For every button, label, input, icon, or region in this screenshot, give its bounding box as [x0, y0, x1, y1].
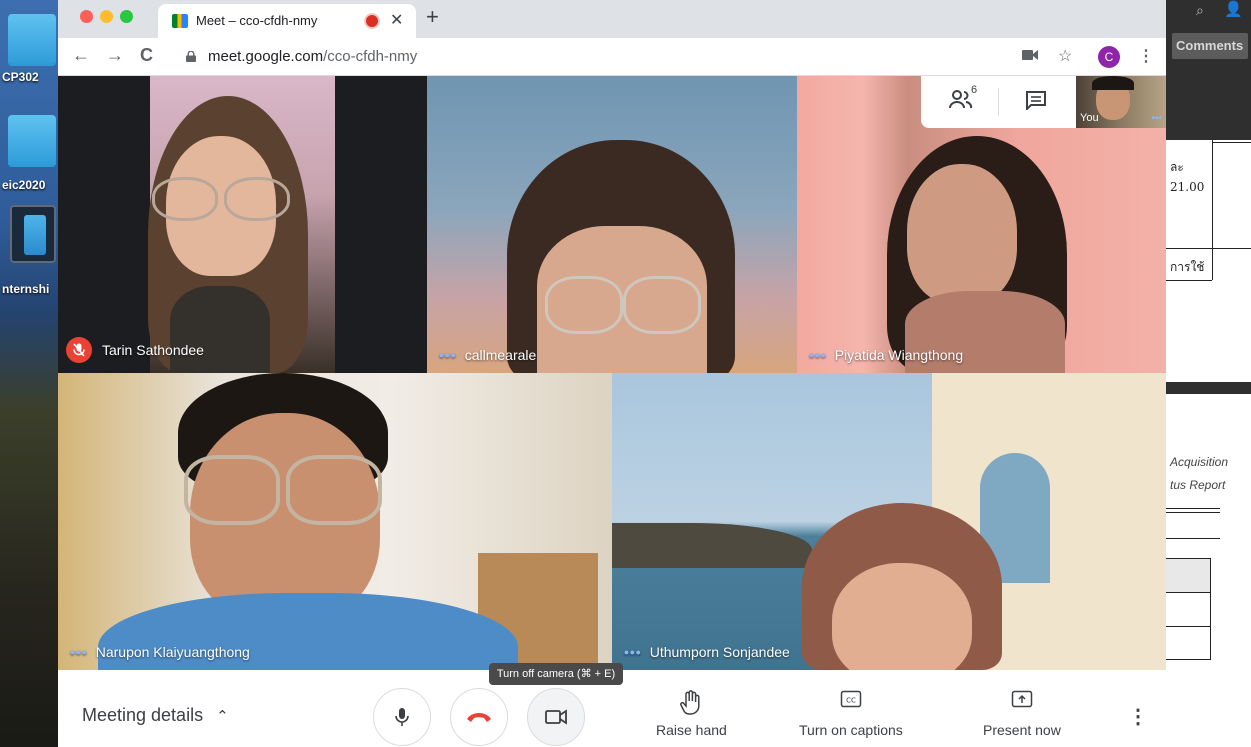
tab-meet[interactable]: Meet – cco-cfdh-nmy ✕ — [158, 4, 416, 38]
mic-off-icon — [66, 337, 92, 363]
meet-top-panel: 6 — [921, 76, 1076, 128]
doc-text: 21.00 — [1170, 180, 1205, 194]
meeting-details-button[interactable]: Meeting details ⌃ — [82, 705, 229, 726]
people-icon — [949, 90, 973, 109]
camera-tooltip: Turn off camera (⌘ + E) — [489, 663, 623, 685]
participant-name: ••• Piyatida Wiangthong — [809, 347, 964, 363]
doc-text: การใช้ — [1170, 260, 1205, 274]
new-tab-button[interactable]: + — [426, 4, 439, 30]
camera-icon[interactable] — [1022, 48, 1038, 66]
chevron-up-icon: ⌃ — [216, 708, 229, 725]
svg-text:CC: CC — [846, 697, 856, 705]
hand-icon — [656, 690, 727, 716]
tab-strip: Meet – cco-cfdh-nmy ✕ + — [58, 0, 1166, 38]
people-button[interactable]: 6 — [949, 84, 977, 115]
browser-toolbar: ← → C meet.google.com/cco-cfdh-nmy ☆ C ⋮ — [58, 38, 1166, 76]
participant-tile[interactable]: Tarin Sathondee — [58, 76, 427, 373]
more-options-icon[interactable]: ••• — [809, 347, 827, 363]
desktop-folder-icon[interactable] — [8, 115, 56, 167]
doc-text: ละ — [1170, 160, 1184, 174]
desktop-folder-icon[interactable] — [8, 14, 56, 66]
more-options-icon[interactable]: ••• — [1151, 113, 1162, 124]
participant-tile[interactable]: ••• callmearale — [427, 76, 797, 373]
participant-tile[interactable]: ••• Uthumporn Sonjandee — [612, 373, 1166, 670]
closed-captions-icon: CC — [799, 690, 903, 716]
doc-band — [1166, 382, 1251, 394]
doc-toolbar: ⌕ 👤 Comments — [1166, 0, 1251, 140]
raise-hand-button[interactable]: Raise hand — [656, 690, 727, 738]
meet-favicon-icon — [172, 14, 188, 28]
minimize-window-button[interactable] — [100, 10, 113, 23]
chat-button[interactable] — [1025, 90, 1047, 115]
captions-button[interactable]: CC Turn on captions — [799, 690, 903, 738]
participant-count: 6 — [971, 84, 978, 96]
video-grid: Tarin Sathondee ••• callmearale ••• Piya… — [58, 76, 1166, 670]
participant-name: ••• Uthumporn Sonjandee — [624, 644, 790, 660]
chat-icon — [1026, 91, 1046, 112]
self-label: You — [1080, 112, 1099, 124]
more-options-icon[interactable]: ••• — [70, 644, 88, 660]
doc-text: tus Report — [1170, 478, 1226, 492]
present-now-button[interactable]: Present now — [983, 690, 1061, 738]
recording-indicator-icon — [366, 15, 378, 27]
more-options-kebab-icon[interactable]: ⋮ — [1128, 704, 1148, 729]
desktop-label: CP302 — [2, 70, 39, 84]
self-view-tile[interactable]: You ••• — [1076, 76, 1166, 128]
forward-icon[interactable]: → — [106, 45, 124, 66]
doc-text: Acquisition — [1170, 455, 1229, 469]
close-window-button[interactable] — [80, 10, 93, 23]
close-icon[interactable]: ✕ — [390, 10, 403, 30]
tab-title: Meet – cco-cfdh-nmy — [196, 13, 318, 28]
participant-name: ••• callmearale — [439, 347, 537, 363]
microphone-icon — [395, 708, 409, 726]
lock-icon — [186, 51, 196, 62]
profile-avatar[interactable]: C — [1098, 46, 1120, 68]
menu-kebab-icon[interactable]: ⋮ — [1138, 46, 1154, 66]
participant-name: ••• Narupon Klaiyuangthong — [70, 644, 250, 660]
user-icon[interactable]: 👤 — [1224, 0, 1243, 18]
search-icon[interactable]: ⌕ — [1196, 2, 1204, 19]
browser-window: Meet – cco-cfdh-nmy ✕ + ← → C meet.googl… — [58, 0, 1166, 747]
back-icon[interactable]: ← — [72, 45, 90, 66]
url-path: /cco-cfdh-nmy — [323, 48, 418, 65]
url-host: meet.google.com — [208, 48, 324, 65]
desktop-label: nternshi — [2, 282, 50, 296]
participant-tile[interactable]: ••• Narupon Klaiyuangthong — [58, 373, 612, 670]
bookmark-star-icon[interactable]: ☆ — [1058, 46, 1072, 66]
participant-name: Tarin Sathondee — [58, 337, 204, 363]
leave-call-button[interactable] — [450, 688, 508, 746]
microphone-button[interactable] — [373, 688, 431, 746]
hang-up-icon — [467, 713, 491, 722]
desktop-label: eic2020 — [2, 178, 46, 192]
reload-icon[interactable]: C — [140, 45, 153, 66]
desktop-folder-icon[interactable] — [10, 205, 56, 263]
desktop-background: CP302 eic2020 nternshi — [0, 0, 58, 747]
comments-button[interactable]: Comments — [1172, 33, 1248, 59]
video-camera-icon — [545, 709, 567, 725]
background-document: ⌕ 👤 Comments ละ 21.00 การใช้ Acquisition… — [1166, 0, 1251, 747]
address-bar[interactable]: meet.google.com/cco-cfdh-nmy — [208, 48, 417, 65]
camera-button[interactable] — [527, 688, 585, 746]
more-options-icon[interactable]: ••• — [439, 347, 457, 363]
more-options-icon[interactable]: ••• — [624, 644, 642, 660]
zoom-window-button[interactable] — [120, 10, 133, 23]
present-screen-icon — [983, 690, 1061, 716]
doc-table — [1166, 558, 1211, 660]
